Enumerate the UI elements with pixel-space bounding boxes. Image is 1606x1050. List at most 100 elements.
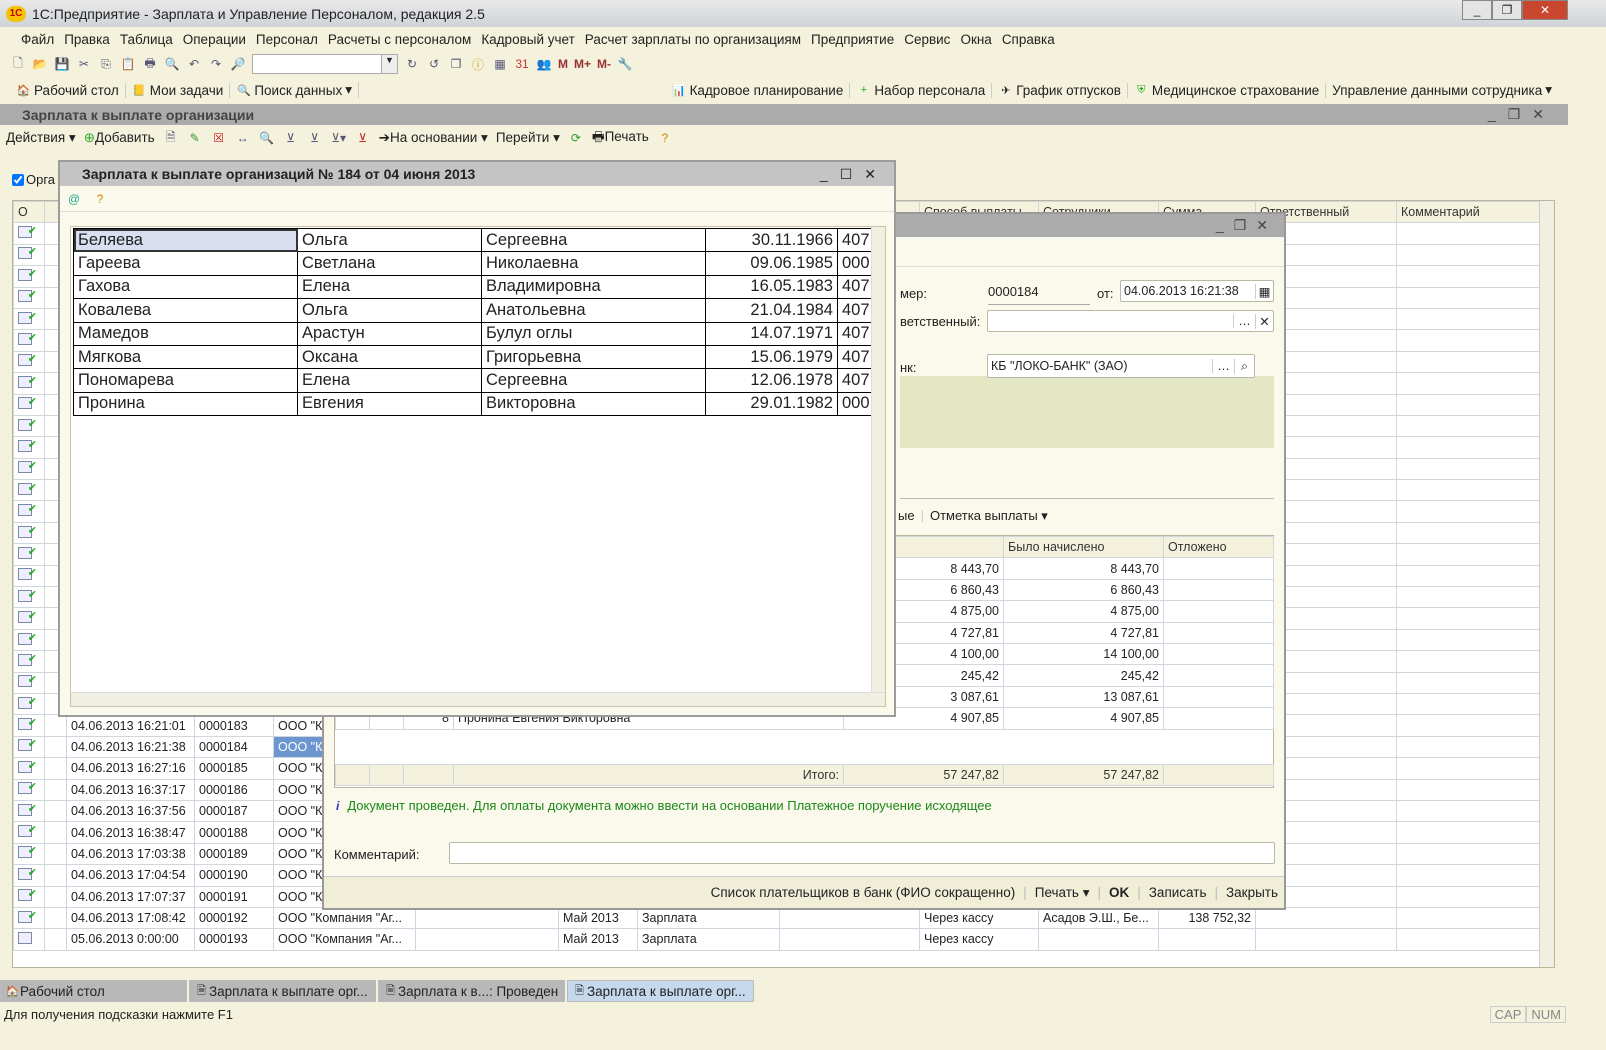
panel-medical[interactable]: ⛨ Медицинское страхование bbox=[1128, 82, 1327, 98]
panel-desktop[interactable]: 🏠 Рабочий стол bbox=[10, 82, 126, 98]
table-toolbar-partial[interactable]: ые bbox=[898, 508, 915, 524]
org-filter-checkbox[interactable] bbox=[12, 173, 24, 186]
cell-first-name[interactable]: Оксана bbox=[297, 344, 482, 370]
sheet-row[interactable]: Мягкова Оксана Григорьевна 15.06.1979 407 bbox=[73, 344, 874, 370]
footer-print-button[interactable]: Печать ▾ bbox=[1035, 885, 1090, 901]
cell-account[interactable]: 000 bbox=[837, 391, 874, 417]
paste-icon[interactable]: 📋 bbox=[120, 56, 136, 72]
preview-icon[interactable]: 🔍 bbox=[164, 56, 180, 72]
find-next-icon[interactable]: ↻ bbox=[404, 56, 420, 72]
cell-first-name[interactable]: Ольга bbox=[297, 227, 482, 253]
sheet-row[interactable]: Ковалева Ольга Анатольевна 21.04.1984 407 bbox=[73, 298, 874, 323]
minimize-button[interactable]: _ bbox=[1462, 0, 1492, 20]
cell-patronymic[interactable]: Владимировна bbox=[481, 274, 706, 300]
save-icon[interactable]: 💾 bbox=[54, 56, 70, 72]
find-prev-icon[interactable]: ↺ bbox=[426, 56, 442, 72]
close-button[interactable]: ✕ bbox=[1522, 0, 1568, 20]
mem-m[interactable]: M bbox=[558, 57, 568, 71]
cell-account[interactable]: 000 bbox=[837, 251, 874, 276]
cell-surname[interactable]: Мягкова bbox=[73, 344, 298, 370]
cell-first-name[interactable]: Евгения bbox=[297, 391, 482, 417]
menu-item[interactable]: Операции bbox=[178, 32, 251, 47]
responsible-field[interactable]: … ✕ bbox=[987, 310, 1274, 332]
save-button[interactable]: Записать bbox=[1149, 885, 1207, 900]
settings-icon[interactable]: 🔧 bbox=[617, 56, 633, 72]
cell-patronymic[interactable]: Булул оглы bbox=[481, 321, 706, 346]
cell-birth-date[interactable]: 21.04.1984 bbox=[705, 298, 838, 323]
calendar-icon[interactable]: 31 bbox=[514, 56, 530, 72]
calendar-icon[interactable]: ▦ bbox=[1255, 283, 1273, 299]
cell-surname[interactable]: Мамедов bbox=[73, 321, 298, 346]
undo-icon[interactable]: ↶ bbox=[186, 56, 202, 72]
mark-payment-button[interactable]: Отметка выплаты ▾ bbox=[930, 508, 1048, 524]
cell-birth-date[interactable]: 12.06.1978 bbox=[705, 368, 838, 393]
menu-item[interactable]: Правка bbox=[59, 32, 115, 47]
list-window-controls[interactable]: _❐✕ bbox=[1488, 106, 1556, 123]
cell-surname[interactable]: Ковалева bbox=[73, 298, 298, 323]
print-button[interactable]: 🖶Печать bbox=[592, 127, 649, 150]
cell-birth-date[interactable]: 14.07.1971 bbox=[705, 321, 838, 346]
email-icon[interactable]: @ bbox=[66, 191, 82, 207]
refresh-icon[interactable]: ⟳ bbox=[568, 130, 584, 146]
cell-account[interactable]: 407 bbox=[837, 368, 874, 393]
table-row[interactable]: 05.06.2013 0:00:00 0000193 ООО "Компания "… bbox=[13, 928, 1542, 951]
cut-icon[interactable]: ✂ bbox=[76, 56, 92, 72]
sheet-row[interactable]: Гахова Елена Владимировна 16.05.1983 407 bbox=[73, 274, 874, 300]
menu-item[interactable]: Персонал bbox=[251, 32, 323, 47]
menu-item[interactable]: Предприятие bbox=[806, 32, 899, 47]
redo-icon[interactable]: ↷ bbox=[208, 56, 224, 72]
filter-history-icon[interactable]: ⊻▾ bbox=[331, 130, 347, 146]
cell-first-name[interactable]: Ольга bbox=[297, 298, 482, 323]
cell-surname[interactable]: Беляева bbox=[73, 227, 298, 253]
find-number-icon[interactable]: 🔍 bbox=[259, 130, 275, 146]
info-text[interactable]: Документ проведен. Для оплаты документа … bbox=[347, 798, 991, 813]
cell-surname[interactable]: Пронина bbox=[73, 391, 298, 417]
copy-icon[interactable]: ⎘ bbox=[98, 56, 114, 72]
calculator-icon[interactable]: ▦ bbox=[492, 56, 508, 72]
mem-plus[interactable]: M+ bbox=[574, 57, 591, 71]
col-accrued[interactable]: Было начислено bbox=[1003, 535, 1164, 559]
sheet-row[interactable]: Беляева Ольга Сергеевна 30.11.1966 407 bbox=[73, 227, 874, 253]
select-button[interactable]: … bbox=[1212, 359, 1234, 373]
open-icon[interactable]: ⌕ bbox=[1234, 358, 1254, 374]
cell-birth-date[interactable]: 29.01.1982 bbox=[705, 391, 838, 417]
print-form-controls[interactable]: _☐✕ bbox=[820, 166, 888, 183]
col-deferred[interactable]: Отложено bbox=[1163, 535, 1274, 559]
payers-list-button[interactable]: Список плательщиков в банк (ФИО сокращен… bbox=[711, 885, 1016, 900]
task-list[interactable]: 🗎 Зарплата к выплате орг... bbox=[189, 980, 376, 1002]
menu-item[interactable]: Кадровый учет bbox=[476, 32, 579, 47]
search-input[interactable]: ▼ bbox=[252, 54, 398, 74]
panel-recruiting[interactable]: + Набор персонала bbox=[850, 82, 993, 98]
menu-item[interactable]: Справка bbox=[997, 32, 1060, 47]
vertical-scrollbar[interactable] bbox=[871, 227, 885, 692]
task-desktop[interactable]: 🏠 Рабочий стол bbox=[0, 980, 187, 1002]
menu-item[interactable]: Таблица bbox=[115, 32, 178, 47]
comment-field[interactable] bbox=[449, 842, 1275, 864]
cell-birth-date[interactable]: 16.05.1983 bbox=[705, 274, 838, 300]
cell-first-name[interactable]: Елена bbox=[297, 368, 482, 393]
cell-first-name[interactable]: Арастун bbox=[297, 321, 482, 346]
find-icon[interactable]: 🔎 bbox=[230, 56, 246, 72]
close-doc-button[interactable]: Закрыть bbox=[1226, 885, 1278, 900]
cell-birth-date[interactable]: 15.06.1979 bbox=[705, 344, 838, 370]
cell-first-name[interactable]: Светлана bbox=[297, 251, 482, 276]
help-icon[interactable]: ? bbox=[92, 191, 108, 207]
sheet-row[interactable]: Мамедов Арастун Булул оглы 14.07.1971 407 bbox=[73, 321, 874, 346]
cell-patronymic[interactable]: Викторовна bbox=[481, 391, 706, 417]
goto-button[interactable]: Перейти ▾ bbox=[496, 130, 560, 146]
cell-first-name[interactable]: Елена bbox=[297, 274, 482, 300]
cell-surname[interactable]: Гахова bbox=[73, 274, 298, 300]
horizontal-scrollbar[interactable] bbox=[71, 692, 885, 706]
add-button[interactable]: ⊕Добавить bbox=[84, 130, 155, 146]
document-window-controls[interactable]: _❐✕ bbox=[1216, 217, 1278, 234]
panel-employee-data[interactable]: Управление данными сотрудника ▾ bbox=[1326, 82, 1558, 98]
open-icon[interactable]: 📂 bbox=[32, 56, 48, 72]
cell-surname[interactable]: Гареева bbox=[73, 251, 298, 276]
cell-account[interactable]: 407 bbox=[837, 227, 874, 253]
panel-search[interactable]: 🔍 Поиск данных ▾ bbox=[230, 82, 360, 98]
spreadsheet[interactable]: Беляева Ольга Сергеевна 30.11.1966 407 Гареев… bbox=[70, 226, 886, 707]
cell-patronymic[interactable]: Николаевна bbox=[481, 251, 706, 276]
clear-icon[interactable]: ✕ bbox=[1255, 313, 1273, 329]
info-icon[interactable]: ⓘ bbox=[470, 56, 486, 72]
cell-birth-date[interactable]: 30.11.1966 bbox=[705, 227, 838, 253]
